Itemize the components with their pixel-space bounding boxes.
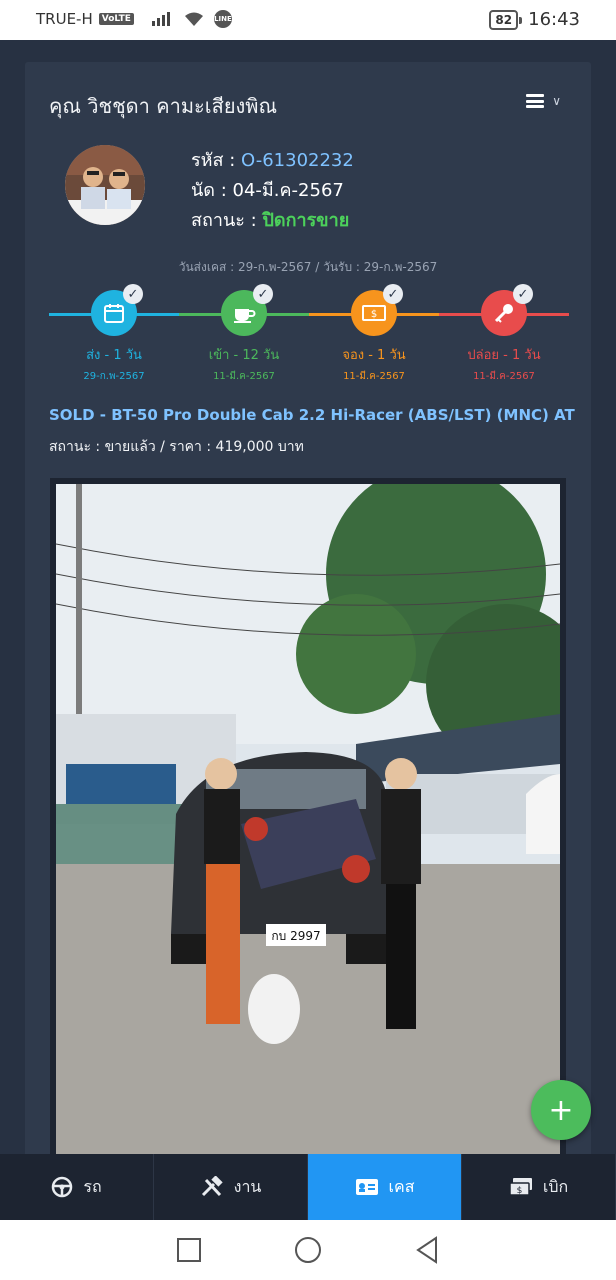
svg-text:$: $ xyxy=(516,1186,522,1196)
code-row: รหัส : O-61302232 xyxy=(191,146,354,176)
money-icon: $ xyxy=(362,305,386,321)
nav-label: รถ xyxy=(83,1176,102,1196)
status-right: 82 16:43 xyxy=(489,9,580,30)
key-icon xyxy=(494,304,513,323)
signal-icon xyxy=(151,12,170,26)
check-icon: ✓ xyxy=(383,284,403,304)
svg-text:$: $ xyxy=(371,309,377,320)
appointment-value: 04-มี.ค-2567 xyxy=(232,180,344,201)
profile-info: รหัส : O-61302232 นัด : 04-มี.ค-2567 สถา… xyxy=(191,146,354,236)
coffee-icon xyxy=(234,309,256,323)
customer-name: คุณ วิชชุดา คามะเสียงพิณ xyxy=(49,94,278,118)
step-date: 11-มี.ค-2567 xyxy=(213,371,275,382)
hamburger-icon xyxy=(526,94,545,108)
timeline-step-send[interactable]: ✓ ส่ง - 1 วัน 29-ก.พ-2567 xyxy=(49,284,179,384)
wifi-icon xyxy=(184,12,203,26)
plus-icon: + xyxy=(548,1092,574,1128)
back-icon[interactable] xyxy=(414,1236,440,1264)
step-date: 11-มี.ค-2567 xyxy=(343,371,405,382)
timeline-step-book[interactable]: $ ✓ จอง - 1 วัน 11-มี.ค-2567 xyxy=(309,284,439,384)
step-circle: ✓ xyxy=(481,284,533,336)
check-icon: ✓ xyxy=(253,284,273,304)
step-label: จอง - 1 วัน xyxy=(342,348,406,363)
calendar-icon xyxy=(104,304,124,323)
clock: 16:43 xyxy=(528,9,580,30)
timeline-step-release[interactable]: ✓ ปล่อย - 1 วัน 11-มี.ค-2567 xyxy=(439,284,569,384)
step-label: ปล่อย - 1 วัน xyxy=(467,348,541,363)
avatar[interactable] xyxy=(65,145,145,225)
timeline-step-enter[interactable]: ✓ เข้า - 12 วัน 11-มี.ค-2567 xyxy=(179,284,309,384)
delivery-photo[interactable]: กบ 2997 xyxy=(50,478,566,1172)
nav-item-case[interactable]: เคส xyxy=(308,1154,462,1220)
nav-label: เคส xyxy=(388,1176,415,1196)
carrier-name: TRUE-H xyxy=(36,10,93,28)
card-menu-button[interactable]: ∨ xyxy=(526,94,561,108)
check-icon: ✓ xyxy=(513,284,533,304)
code-value[interactable]: O-61302232 xyxy=(241,150,354,171)
step-circle: $ ✓ xyxy=(351,284,403,336)
step-label: ส่ง - 1 วัน xyxy=(86,348,142,363)
status-left: TRUE-H VoLTE LINE xyxy=(36,10,232,28)
line-app-icon: LINE xyxy=(213,10,232,28)
id-card-icon xyxy=(355,1179,378,1195)
system-nav-bar xyxy=(0,1220,616,1280)
recents-icon[interactable] xyxy=(176,1237,202,1263)
volte-badge: VoLTE xyxy=(98,13,134,25)
tools-icon xyxy=(201,1176,223,1197)
code-label: รหัส : xyxy=(191,150,236,171)
step-date: 11-มี.ค-2567 xyxy=(473,371,535,382)
case-card: คุณ วิชชุดา คามะเสียงพิณ ∨ รหัส : O-6130… xyxy=(25,62,591,1172)
nav-item-work[interactable]: งาน xyxy=(154,1154,308,1220)
battery-icon: 82 xyxy=(489,9,522,30)
status-bar: TRUE-H VoLTE LINE 82 16:43 xyxy=(0,0,616,40)
step-circle: ✓ xyxy=(221,284,273,336)
photo-illustration: กบ 2997 xyxy=(56,484,560,1172)
check-icon: ✓ xyxy=(123,284,143,304)
step-label: เข้า - 12 วัน xyxy=(208,348,280,363)
bottom-nav: รถ งาน เคส $ เบิก xyxy=(0,1154,616,1220)
listing-status: สถานะ : ขายแล้ว / ราคา : 419,000 บาท xyxy=(49,439,304,455)
add-fab-button[interactable]: + xyxy=(531,1080,591,1140)
nav-label: งาน xyxy=(233,1176,262,1196)
chevron-down-icon: ∨ xyxy=(552,94,561,108)
progress-timeline: ✓ ส่ง - 1 วัน 29-ก.พ-2567 ✓ เข้า - 12 วั… xyxy=(49,284,569,386)
nav-label: เบิก xyxy=(542,1176,569,1196)
appointment-row: นัด : 04-มี.ค-2567 xyxy=(191,176,354,206)
home-icon[interactable] xyxy=(294,1236,322,1264)
license-plate: กบ 2997 xyxy=(271,929,320,943)
photo-frame: กบ 2997 xyxy=(56,484,560,1172)
step-date: 29-ก.พ-2567 xyxy=(83,371,145,382)
cash-icon: $ xyxy=(509,1178,532,1196)
nav-item-car[interactable]: รถ xyxy=(0,1154,154,1220)
nav-item-withdraw[interactable]: $ เบิก xyxy=(462,1154,616,1220)
step-circle: ✓ xyxy=(91,284,143,336)
case-dates: วันส่งเคส : 29-ก.พ-2567 / วันรับ : 29-ก.… xyxy=(178,260,438,274)
appointment-label: นัด : xyxy=(191,180,227,201)
steering-wheel-icon xyxy=(52,1176,73,1198)
status-row: สถานะ : ปิดการขาย xyxy=(191,206,354,236)
status-label: สถานะ : xyxy=(191,210,257,231)
avatar-photo xyxy=(65,145,145,225)
listing-title-link[interactable]: SOLD - BT-50 Pro Double Cab 2.2 Hi-Racer… xyxy=(49,406,575,424)
status-value: ปิดการขาย xyxy=(262,210,350,231)
